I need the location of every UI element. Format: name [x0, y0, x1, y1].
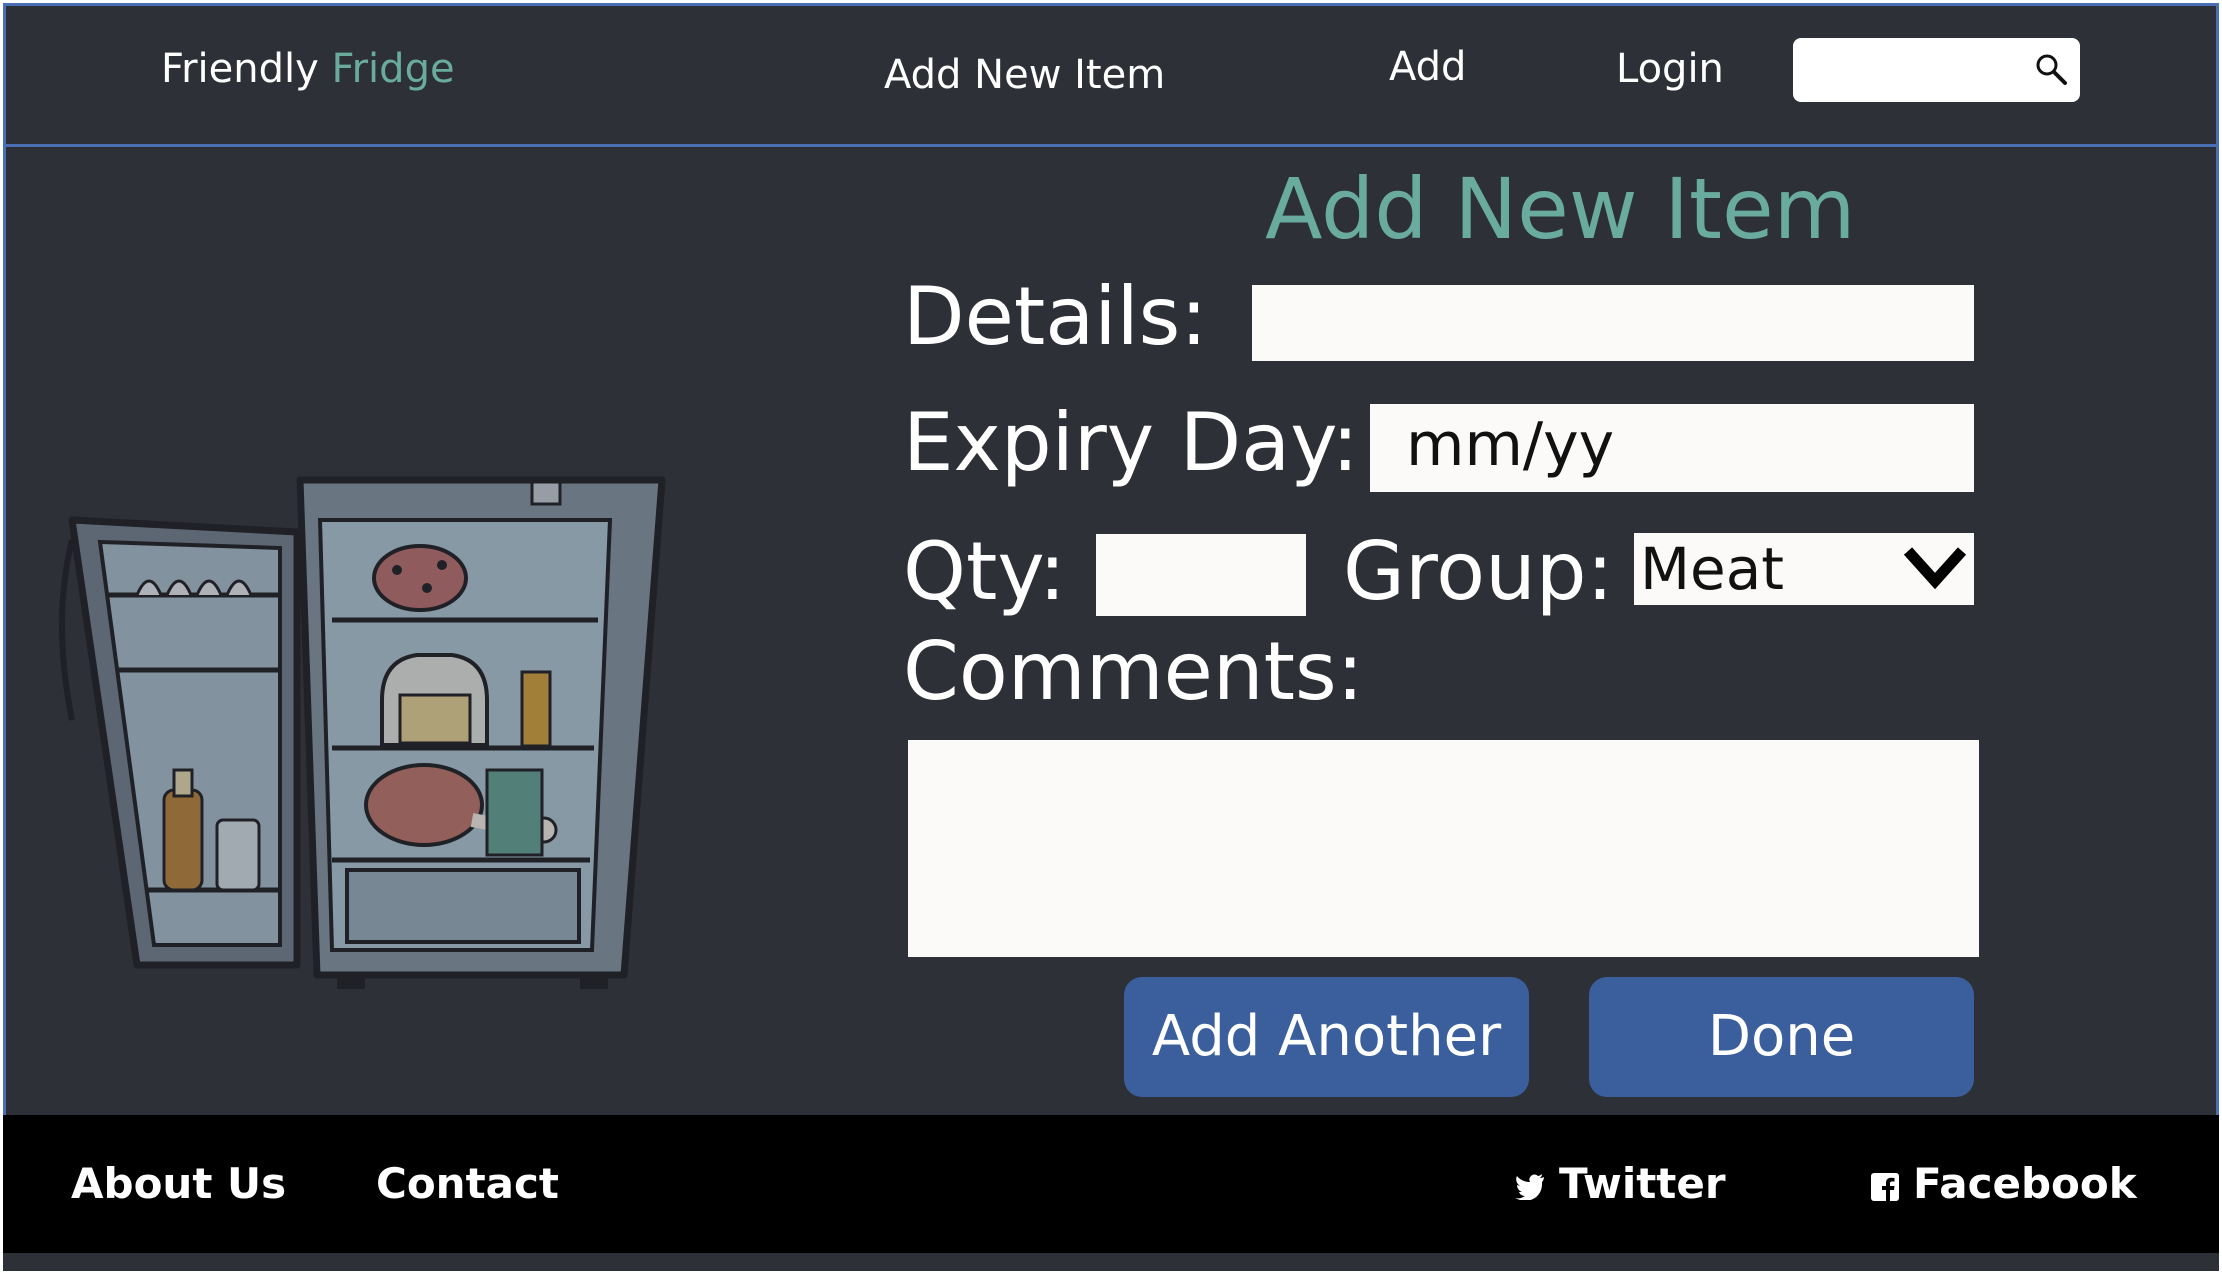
bottom-strip: [3, 1253, 2219, 1271]
done-button[interactable]: Done: [1589, 977, 1974, 1097]
qty-label: Qty:: [903, 525, 1066, 618]
footer-twitter-label: Twitter: [1559, 1159, 1726, 1208]
footer: About Us Contact Twitter Facebook: [3, 1115, 2219, 1253]
nav-add-new-item[interactable]: Add New Item: [884, 52, 1165, 98]
nav-add[interactable]: Add: [1389, 44, 1466, 90]
qty-field[interactable]: [1096, 534, 1306, 616]
expiry-field[interactable]: mm/yy: [1370, 404, 1974, 492]
footer-about-link[interactable]: About Us: [71, 1159, 286, 1208]
chevron-down-icon[interactable]: [1902, 543, 1968, 591]
footer-twitter-link[interactable]: Twitter: [1515, 1159, 1726, 1208]
add-another-button[interactable]: Add Another: [1124, 977, 1529, 1097]
comments-label: Comments:: [903, 625, 1364, 718]
facebook-icon: [1871, 1172, 1899, 1201]
group-selected-value: Meat: [1640, 535, 1785, 603]
group-select[interactable]: Meat: [1634, 533, 1974, 605]
details-field[interactable]: [1252, 285, 1974, 361]
twitter-icon: [1515, 1173, 1544, 1200]
comments-field[interactable]: [908, 740, 1979, 957]
brand-name-accent: Fridge: [331, 46, 455, 92]
search-input[interactable]: [1793, 38, 2080, 102]
page-title: Add New Item: [1265, 160, 1856, 258]
footer-contact-link[interactable]: Contact: [376, 1159, 559, 1208]
nav-login[interactable]: Login: [1616, 46, 1724, 92]
brand-logo[interactable]: Friendly Fridge: [161, 46, 455, 92]
details-label: Details:: [903, 270, 1208, 363]
footer-facebook-label: Facebook: [1913, 1159, 2137, 1208]
top-navbar: Friendly Fridge Add New Item Add Login: [3, 3, 2219, 147]
expiry-label: Expiry Day:: [903, 396, 1359, 489]
brand-name-primary: Friendly: [161, 46, 319, 92]
expiry-placeholder: mm/yy: [1406, 410, 1615, 480]
fridge-illustration: [32, 460, 672, 1000]
search-icon[interactable]: [2034, 52, 2068, 86]
group-label: Group:: [1343, 525, 1614, 618]
footer-facebook-link[interactable]: Facebook: [1871, 1159, 2137, 1208]
